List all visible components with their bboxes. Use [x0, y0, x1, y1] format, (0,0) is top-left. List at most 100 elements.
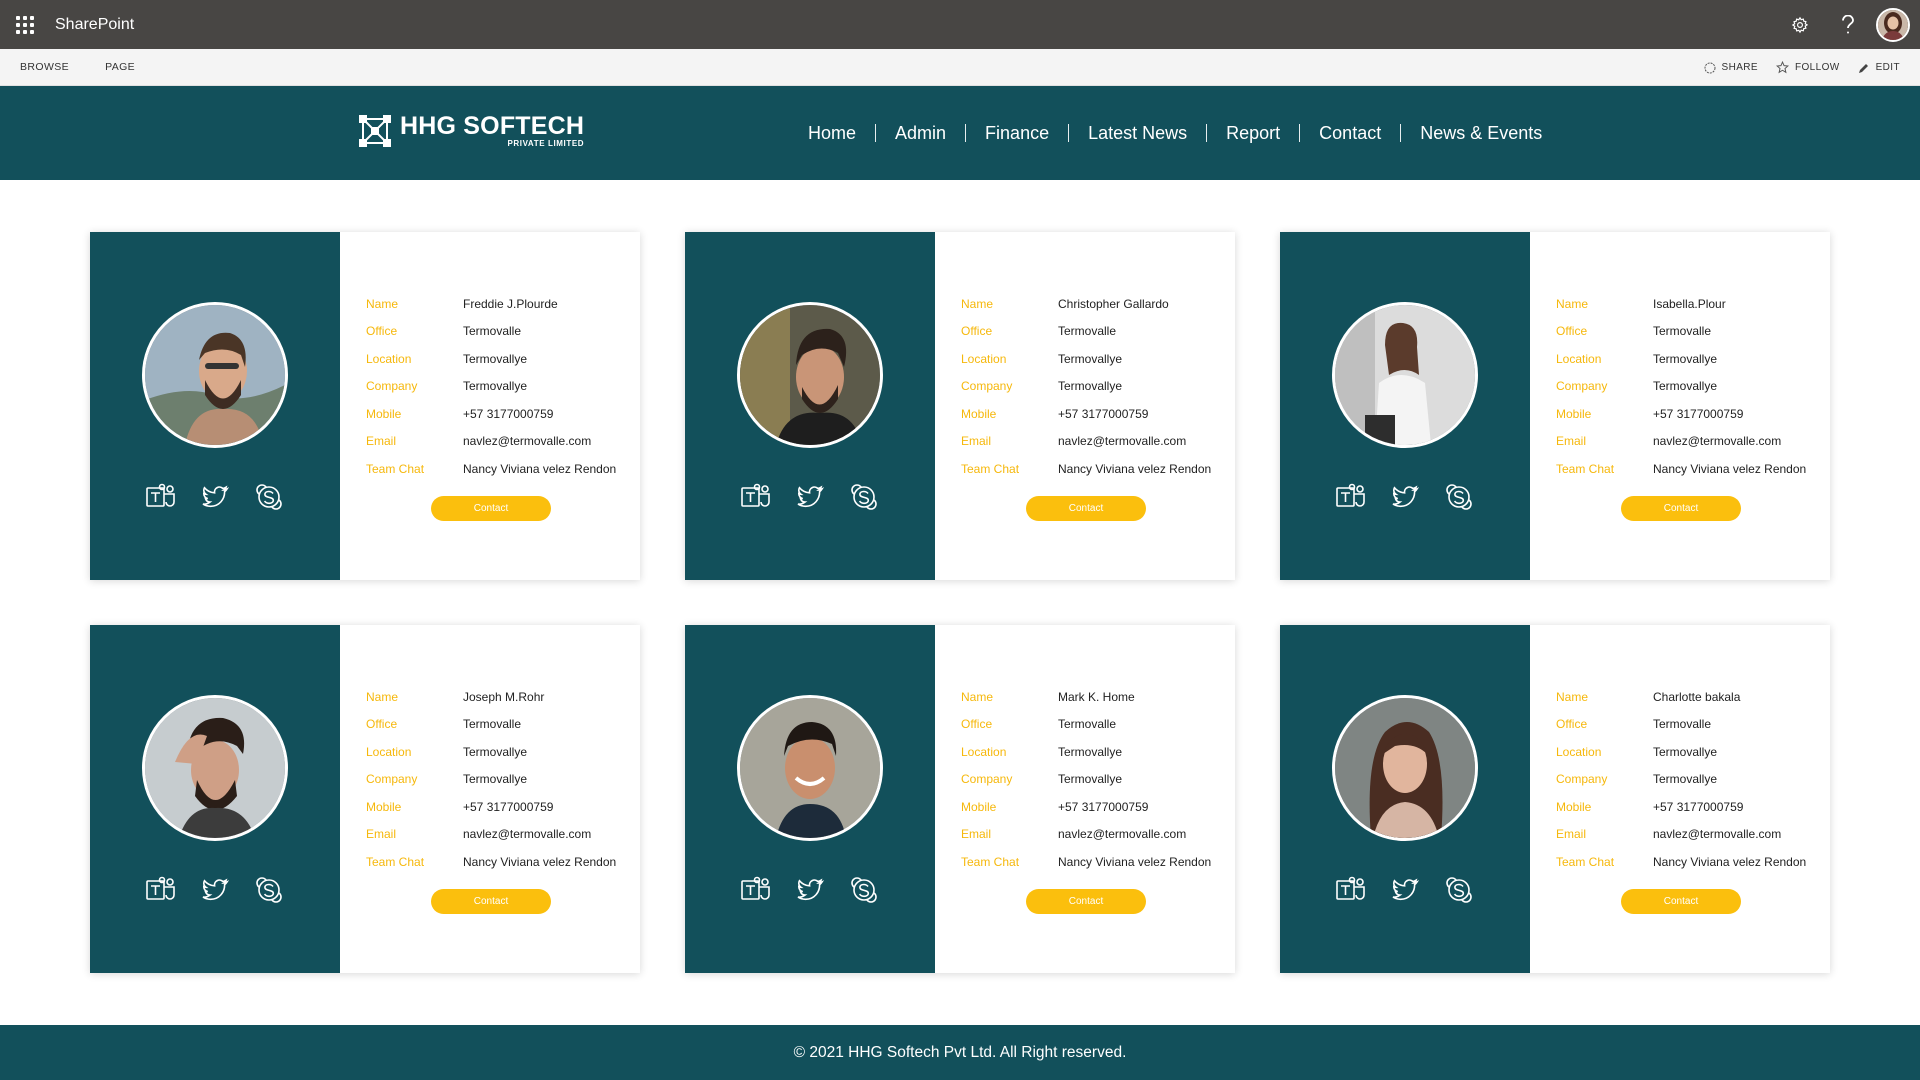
office-value: Termovalle [463, 324, 522, 339]
office-value: Termovalle [1653, 324, 1712, 339]
mobile-value: +57 3177000759 [463, 799, 554, 814]
waffle-icon[interactable] [0, 0, 49, 49]
teams-icon[interactable] [1334, 873, 1368, 907]
company-label: Company [1556, 379, 1608, 394]
teams-icon[interactable] [144, 873, 178, 907]
email-value: navlez@termovalle.com [1058, 827, 1187, 842]
share-button[interactable]: SHARE [1704, 62, 1758, 74]
company-label: Company [961, 379, 1013, 394]
nav-report[interactable]: Report [1226, 123, 1280, 144]
employee-photo [142, 695, 288, 841]
social-links [90, 873, 340, 907]
nav-finance[interactable]: Finance [985, 123, 1049, 144]
skype-icon[interactable] [1442, 480, 1476, 514]
employee-card: Name Charlotte bakala Office Termovalle Lo… [1280, 625, 1830, 973]
tab-browse[interactable]: BROWSE [20, 61, 69, 73]
app-title[interactable]: SharePoint [55, 16, 134, 34]
name-label: Name [366, 689, 399, 704]
suite-bar: SharePoint [0, 0, 1920, 49]
employee-card: Name Christopher Gallardo Office Termovall… [685, 232, 1235, 580]
copyright-text: © 2021 HHG Softech Pvt Ltd. All Right re… [793, 1043, 1127, 1061]
employee-photo [1332, 302, 1478, 448]
social-links [685, 873, 935, 907]
contact-button[interactable]: Contact [1026, 496, 1146, 521]
name-value: Christopher Gallardo [1058, 296, 1169, 311]
twitter-icon[interactable] [1388, 480, 1422, 514]
teams-icon[interactable] [739, 480, 773, 514]
card-profile-panel [90, 232, 340, 580]
team-chat-label: Team Chat [366, 461, 425, 476]
mobile-label: Mobile [961, 799, 997, 814]
card-profile-panel [1280, 232, 1530, 580]
employee-card: Name Freddie J.Plourde Office Termovalle L… [90, 232, 640, 580]
follow-button[interactable]: FOLLOW [1775, 61, 1840, 74]
name-label: Name [961, 689, 994, 704]
contact-button[interactable]: Contact [1621, 496, 1741, 521]
location-label: Location [1556, 744, 1602, 759]
email-label: Email [1556, 434, 1587, 449]
nav-admin[interactable]: Admin [895, 123, 946, 144]
mobile-label: Mobile [366, 799, 402, 814]
edit-button[interactable]: EDIT [1858, 62, 1900, 74]
name-value: Joseph M.Rohr [463, 689, 545, 704]
mobile-value: +57 3177000759 [463, 406, 554, 421]
teams-icon[interactable] [1334, 480, 1368, 514]
contact-button[interactable]: Contact [1621, 889, 1741, 914]
follow-star-icon [1775, 61, 1789, 74]
email-value: navlez@termovalle.com [463, 827, 592, 842]
name-value: Charlotte bakala [1653, 689, 1741, 704]
nav-divider [1206, 124, 1208, 142]
help-icon[interactable] [1824, 0, 1872, 49]
contact-button[interactable]: Contact [1026, 889, 1146, 914]
team-chat-label: Team Chat [1556, 854, 1615, 869]
office-label: Office [961, 324, 993, 339]
edit-label: EDIT [1875, 62, 1900, 73]
twitter-icon[interactable] [793, 480, 827, 514]
tab-page[interactable]: PAGE [105, 61, 135, 73]
nav-contact[interactable]: Contact [1319, 123, 1381, 144]
contact-button[interactable]: Contact [431, 889, 551, 914]
twitter-icon[interactable] [198, 873, 232, 907]
card-details: Name Freddie J.Plourde Office Termovalle L… [340, 232, 640, 580]
team-chat-label: Team Chat [961, 854, 1020, 869]
skype-icon[interactable] [252, 480, 286, 514]
card-profile-panel [685, 625, 935, 973]
email-label: Email [961, 827, 992, 842]
skype-icon[interactable] [252, 873, 286, 907]
skype-icon[interactable] [1442, 873, 1476, 907]
site-header: HHG SOFTECH PRIVATE LIMITED Home Admin F… [0, 86, 1920, 180]
skype-icon[interactable] [847, 480, 881, 514]
skype-icon[interactable] [847, 873, 881, 907]
name-value: Freddie J.Plourde [463, 296, 558, 311]
nav-news-events[interactable]: News & Events [1420, 123, 1542, 144]
email-value: navlez@termovalle.com [1653, 827, 1782, 842]
location-label: Location [1556, 351, 1602, 366]
mobile-label: Mobile [366, 406, 402, 421]
gear-icon[interactable] [1776, 0, 1824, 49]
contact-button[interactable]: Contact [431, 496, 551, 521]
location-label: Location [961, 351, 1007, 366]
company-label: Company [1556, 772, 1608, 787]
twitter-icon[interactable] [1388, 873, 1422, 907]
teams-icon[interactable] [144, 480, 178, 514]
site-logo[interactable]: HHG SOFTECH PRIVATE LIMITED [358, 113, 584, 148]
company-value: Termovallye [1653, 772, 1718, 787]
employee-photo [1332, 695, 1478, 841]
office-value: Termovalle [1653, 717, 1712, 732]
team-chat-label: Team Chat [1556, 461, 1615, 476]
twitter-icon[interactable] [198, 480, 232, 514]
nav-latest-news[interactable]: Latest News [1088, 123, 1187, 144]
nav-home[interactable]: Home [808, 123, 856, 144]
user-avatar[interactable] [1876, 7, 1910, 42]
company-label: Company [961, 772, 1013, 787]
employee-card: Name Joseph M.Rohr Office Termovalle Locat… [90, 625, 640, 973]
email-label: Email [366, 827, 397, 842]
card-details: Name Charlotte bakala Office Termovalle Lo… [1530, 625, 1830, 973]
card-profile-panel [90, 625, 340, 973]
team-chat-value: Nancy Viviana velez Rendon [1653, 461, 1807, 476]
twitter-icon[interactable] [793, 873, 827, 907]
card-profile-panel [685, 232, 935, 580]
employee-photo [737, 695, 883, 841]
teams-icon[interactable] [739, 873, 773, 907]
office-label: Office [1556, 717, 1588, 732]
